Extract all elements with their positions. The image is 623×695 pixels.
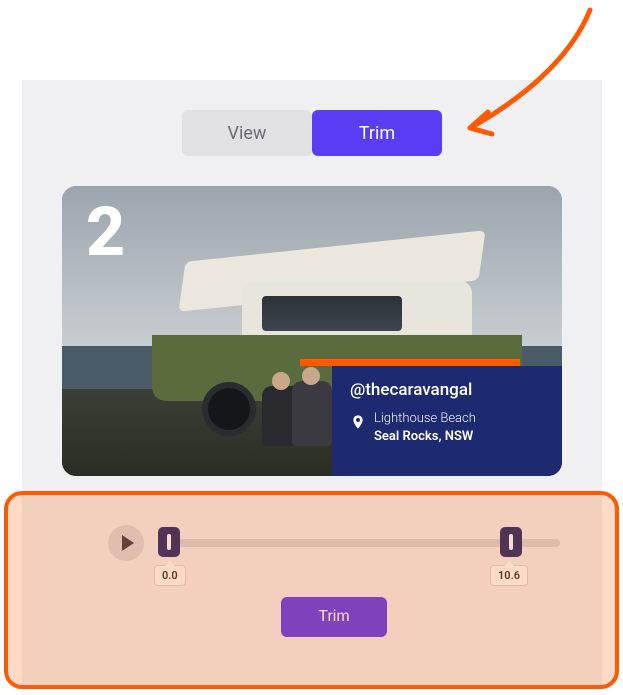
accent-bar [300,359,520,366]
person [292,381,332,446]
tab-trim-label: Trim [359,123,395,144]
trim-controls-panel: 0.0 10.6 Trim [84,503,584,663]
mode-tabs: View Trim [22,110,602,156]
location-row: Lighthouse Beach Seal Rocks, NSW [350,410,544,445]
location-pin-icon [350,412,366,432]
trim-handle-start[interactable] [158,527,180,557]
trim-track[interactable]: 0.0 10.6 [158,525,560,561]
trim-handle-end[interactable] [500,527,522,557]
editor-panel: View Trim 2 @thecaravangal [22,80,602,685]
play-button[interactable] [108,525,144,561]
timeline-row: 0.0 10.6 [84,525,584,561]
location-text: Lighthouse Beach Seal Rocks, NSW [374,410,476,445]
van-window [262,296,402,331]
clip-number: 2 [86,198,125,266]
tab-view[interactable]: View [182,110,312,156]
creator-handle: @thecaravangal [350,380,544,400]
clip-info-overlay: @thecaravangal Lighthouse Beach Seal Roc… [332,366,562,476]
tab-view-label: View [228,123,267,144]
tab-trim[interactable]: Trim [312,110,442,156]
trim-button[interactable]: Trim [281,597,387,637]
end-time-label: 10.6 [490,565,528,586]
location-main: Seal Rocks, NSW [374,428,476,446]
video-preview: 2 @thecaravangal Lighthouse Beach Seal R… [62,186,562,476]
start-time-label: 0.0 [154,565,186,586]
trim-button-label: Trim [318,608,349,625]
location-sub: Lighthouse Beach [374,410,476,428]
van-wheel [202,382,256,436]
play-icon [122,535,134,551]
